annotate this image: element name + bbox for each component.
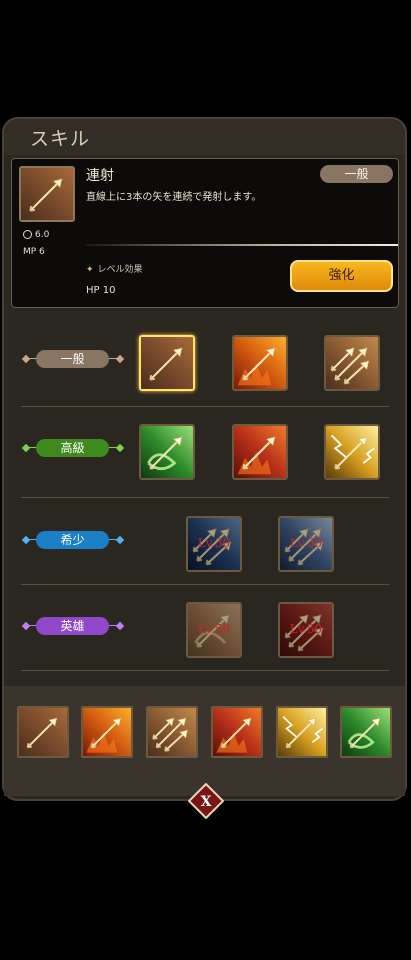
skill-description: 直線上に3本の矢を連続で発射します。 [86,192,262,203]
tier-ornament-icon [115,535,125,545]
unlock-level: Lv.50 [289,622,323,636]
tier-badge: 高級 [36,439,109,457]
tier-ornament-icon [115,621,125,631]
skill-slot-icon[interactable] [232,335,288,391]
skill-slot-icon[interactable] [139,335,195,391]
unlock-level: Lv.30 [289,536,323,550]
tier-label-row: 高級 [21,439,125,457]
skill-slot-icon[interactable] [324,335,380,391]
mp-cost: MP 6 [23,247,45,257]
equipped-skill-icon[interactable] [211,706,263,758]
divider [86,244,398,246]
close-button[interactable]: X [188,783,224,819]
enhance-button[interactable]: 強化 [290,260,393,292]
row-divider [21,406,389,407]
tier-ornament-icon [115,443,125,453]
close-icon: X [201,794,212,810]
skill-slot-icon[interactable]: Lv.30 [278,516,334,572]
rank-badge: 一般 [320,165,393,183]
sparkle-icon: ✦ [86,265,94,275]
skill-slot-icon[interactable]: Lv.50 [186,602,242,658]
equipped-skill-icon[interactable] [340,706,392,758]
skill-slot-icon[interactable] [324,424,380,480]
timer-icon [23,230,32,239]
skill-slot-icon[interactable] [232,424,288,480]
tier-ornament-icon [115,354,125,364]
tier-ornament-icon [21,621,31,631]
tier-ornament-icon [21,354,31,364]
row-divider [21,670,389,671]
unlock-level: Lv.50 [197,622,231,636]
skill-slot-icon[interactable] [139,424,195,480]
skill-name: 連射 [86,168,114,184]
tier-badge: 希少 [36,531,109,549]
equipped-skill-icon[interactable] [81,706,133,758]
cooldown: 6.0 [23,230,49,240]
tier-label-row: 英雄 [21,617,125,635]
row-divider [21,584,389,585]
equipped-skill-icon[interactable] [276,706,328,758]
detail-skill-icon [19,166,75,222]
tier-badge: 一般 [36,350,109,368]
tier-ornament-icon [21,535,31,545]
equipped-skill-icon[interactable] [146,706,198,758]
level-effect-text: レベル効果 [97,265,143,275]
unlock-level: Lv.30 [197,536,231,550]
level-effect-value: HP 10 [86,285,116,296]
level-effect-label: ✦ レベル効果 [86,262,143,275]
row-divider [21,497,389,498]
equipped-skill-icon[interactable] [17,706,69,758]
skill-slot-icon[interactable]: Lv.50 [278,602,334,658]
panel-title: スキル [30,128,91,150]
skill-slot-icon[interactable]: Lv.30 [186,516,242,572]
tier-label-row: 希少 [21,531,125,549]
cooldown-value: 6.0 [35,230,50,240]
tier-badge: 英雄 [36,617,109,635]
tier-label-row: 一般 [21,350,125,368]
tier-ornament-icon [21,443,31,453]
